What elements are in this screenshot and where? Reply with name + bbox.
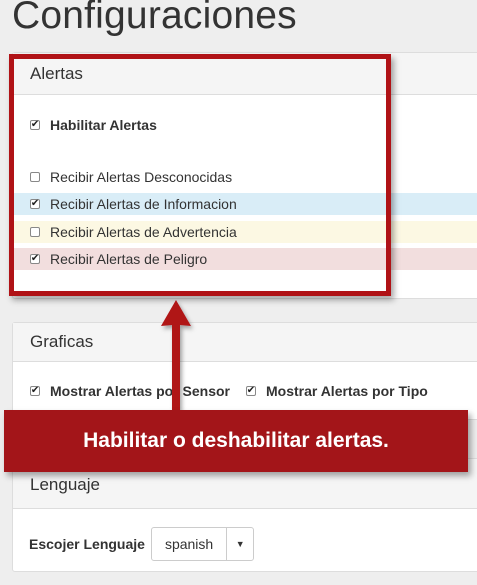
alert-warning-label: Recibir Alertas de Advertencia <box>50 224 237 240</box>
by-type-checkbox[interactable]: ✔ <box>245 386 256 396</box>
language-row: Escojer Lenguaje spanish ▼ <box>29 527 255 561</box>
alert-warning-row[interactable]: Recibir Alertas de Advertencia <box>14 221 477 243</box>
alert-danger-checkbox[interactable]: ✔ <box>30 254 40 264</box>
alert-unknown-row[interactable]: Recibir Alertas Desconocidas <box>14 166 477 188</box>
by-type-label: Mostrar Alertas por Tipo <box>265 383 428 399</box>
annotation-callout: Habilitar o deshabilitar alertas. <box>4 410 468 472</box>
language-panel: Lenguaje Escojer Lenguaje spanish ▼ <box>12 458 477 572</box>
alert-unknown-label: Recibir Alertas Desconocidas <box>50 169 233 185</box>
pointer-arrow-icon <box>161 300 191 410</box>
alert-info-checkbox[interactable]: ✔ <box>30 199 40 209</box>
alert-info-label: Recibir Alertas de Informacion <box>50 196 237 212</box>
enable-alerts-label: Habilitar Alertas <box>50 117 157 133</box>
enable-alerts-checkbox[interactable]: ✔ <box>30 120 40 130</box>
language-select[interactable]: spanish ▼ <box>150 527 255 561</box>
page-title: Configuraciones <box>12 0 297 37</box>
alert-warning-checkbox[interactable] <box>30 227 40 237</box>
language-select-value: spanish <box>152 528 228 560</box>
enable-alerts-row[interactable]: ✔ Habilitar Alertas <box>14 114 477 136</box>
chevron-down-icon[interactable]: ▼ <box>227 528 253 560</box>
alert-info-row[interactable]: ✔ Recibir Alertas de Informacion <box>14 193 477 215</box>
graphs-panel: Graficas ✔ Mostrar Alertas por Sensor ✔ … <box>12 322 477 420</box>
by-sensor-checkbox[interactable]: ✔ <box>30 386 40 396</box>
by-sensor-label: Mostrar Alertas por Sensor <box>50 383 230 399</box>
alert-danger-row[interactable]: ✔ Recibir Alertas de Peligro <box>14 248 477 270</box>
alert-unknown-checkbox[interactable] <box>30 172 40 182</box>
language-label: Escojer Lenguaje <box>29 536 145 552</box>
alert-danger-label: Recibir Alertas de Peligro <box>50 251 208 267</box>
graphs-panel-heading: Graficas <box>13 323 477 362</box>
alerts-panel-heading: Alertas <box>13 53 477 95</box>
alerts-panel: Alertas ✔ Habilitar Alertas Recibir Aler… <box>12 52 477 299</box>
graphs-options-row: ✔ Mostrar Alertas por Sensor ✔ Mostrar A… <box>14 380 477 402</box>
